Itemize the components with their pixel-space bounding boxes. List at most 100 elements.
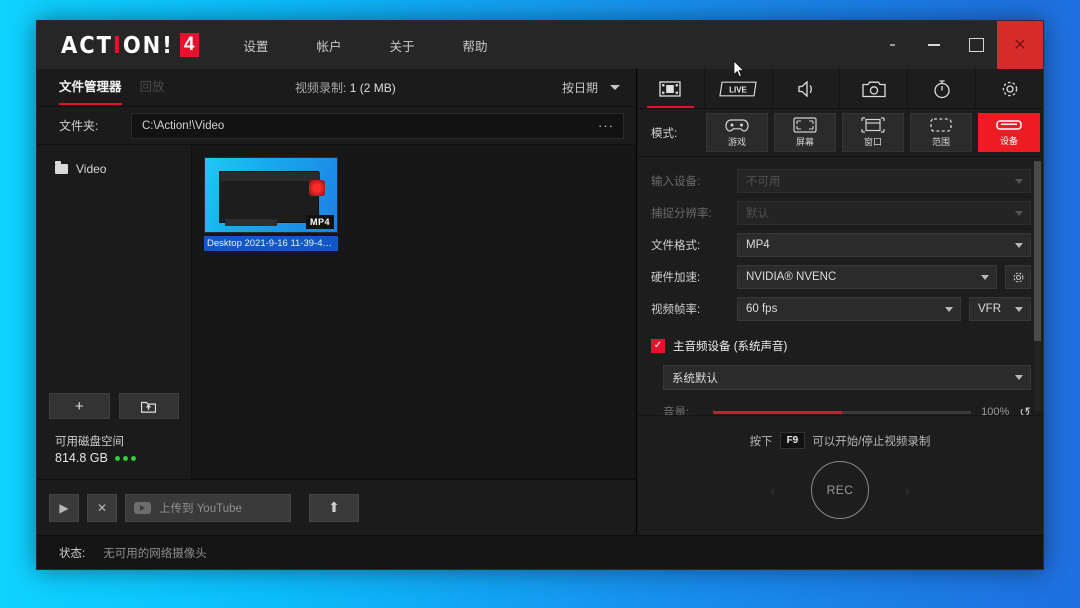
main-content: 文件管理器 回放 视频录制: 1 (2 MB) 按日期 文件夹: C:\Acti… xyxy=(37,69,1043,535)
camera-icon xyxy=(862,81,886,97)
audio-device-select[interactable]: 系统默认 xyxy=(663,365,1031,390)
region-icon xyxy=(930,118,952,132)
volume-label: 音量: xyxy=(663,407,690,415)
video-framerate-select[interactable]: 60 fps xyxy=(737,297,961,321)
disk-space-value: 814.8 GB xyxy=(55,451,108,465)
mode-game-label: 游戏 xyxy=(727,136,746,147)
setting-file-format-label: 文件格式: xyxy=(651,240,701,252)
play-button[interactable]: ▶ xyxy=(49,493,79,522)
youtube-icon xyxy=(134,501,151,514)
tab-file-manager[interactable]: 文件管理器 xyxy=(59,76,122,105)
folder-tree: Video + 可用磁盘空间 814.8 GB xyxy=(37,145,192,479)
framerate-mode-select[interactable]: VFR xyxy=(969,297,1031,321)
film-icon xyxy=(659,80,682,97)
next-arrow-icon[interactable]: › xyxy=(905,483,909,498)
framerate-mode-value: VFR xyxy=(978,303,1001,315)
menu-item-about[interactable]: 关于 xyxy=(387,32,416,59)
export-button[interactable]: ⬆ xyxy=(309,493,359,522)
thumbnail-inner-window xyxy=(219,171,320,223)
volume-row: 音量: 100% ↺ xyxy=(663,398,1031,416)
gamepad-icon xyxy=(725,118,749,132)
more-options-icon[interactable] xyxy=(871,21,913,69)
import-folder-button[interactable] xyxy=(118,393,179,419)
recordings-value: 1 (2 MB) xyxy=(349,81,396,95)
file-thumbnail: MP4 xyxy=(204,157,338,233)
mode-game-button[interactable]: 游戏 xyxy=(706,113,768,152)
settings-scrollbar[interactable] xyxy=(1034,161,1041,411)
file-format-select[interactable]: MP4 xyxy=(737,233,1031,257)
tree-item-video[interactable]: Video xyxy=(37,157,191,181)
record-button[interactable]: REC xyxy=(811,461,869,519)
volume-percent: 100% xyxy=(981,406,1010,415)
delete-button[interactable]: ✕ xyxy=(87,493,117,522)
volume-slider[interactable] xyxy=(713,410,972,414)
chevron-down-icon xyxy=(945,306,953,312)
scrollbar-thumb[interactable] xyxy=(1034,161,1041,341)
mode-device-button[interactable]: 设备 xyxy=(978,113,1040,152)
hint-prefix: 按下 xyxy=(749,435,773,448)
maximize-button[interactable] xyxy=(955,21,997,69)
chevron-down-icon xyxy=(1015,306,1023,312)
benchmark-tab[interactable] xyxy=(908,69,977,108)
input-device-select[interactable]: 不可用 xyxy=(737,169,1031,193)
hardware-acceleration-settings-button[interactable] xyxy=(1005,265,1031,289)
setting-hardware-acceleration: 硬件加速: NVIDIA® NVENC xyxy=(651,261,1031,293)
upload-youtube-button[interactable]: 上传到 YouTube xyxy=(125,493,291,522)
setting-video-framerate: 视频帧率: 60 fps VFR xyxy=(651,293,1031,325)
window-icon xyxy=(861,117,885,133)
folder-path-field[interactable]: C:\Action!\Video ··· xyxy=(131,112,624,139)
file-browser: Video + 可用磁盘空间 814.8 GB MP4 Desktop 2021… xyxy=(37,145,636,479)
disk-status-dots-icon xyxy=(114,455,136,461)
live-icon: LIVE xyxy=(719,81,757,96)
chevron-down-icon xyxy=(1015,375,1023,380)
mode-window-button[interactable]: 窗口 xyxy=(842,113,904,152)
main-audio-device-checkbox[interactable]: ✓ xyxy=(651,339,665,353)
thumbnail-inner-accent xyxy=(309,180,325,196)
minimize-button[interactable] xyxy=(913,21,955,69)
folder-tree-items: Video xyxy=(37,145,191,393)
menu-item-help[interactable]: 帮助 xyxy=(460,32,489,59)
menu-item-settings[interactable]: 设置 xyxy=(241,32,270,59)
title-bar: ACTION! 4 设置 帐户 关于 帮助 ✕ xyxy=(37,21,1043,69)
status-value: 无可用的网络摄像头 xyxy=(103,547,207,560)
mode-region-label: 范围 xyxy=(931,137,950,147)
file-format-badge: MP4 xyxy=(305,215,334,229)
preferences-tab[interactable] xyxy=(976,69,1043,108)
sort-label: 按日期 xyxy=(561,81,598,95)
capture-resolution-select[interactable]: 默认 xyxy=(737,201,1031,225)
sort-dropdown[interactable]: 按日期 xyxy=(562,79,620,96)
menu-item-account[interactable]: 帐户 xyxy=(314,32,343,59)
folder-browse-icon[interactable]: ··· xyxy=(598,118,614,133)
tab-replay[interactable]: 回放 xyxy=(140,76,165,99)
hardware-acceleration-select[interactable]: NVIDIA® NVENC xyxy=(737,265,997,289)
mouse-cursor xyxy=(733,60,745,78)
mode-region-button[interactable]: 范围 xyxy=(910,113,972,152)
setting-capture-resolution-label: 捕捉分辨率: xyxy=(651,208,712,220)
close-button[interactable]: ✕ xyxy=(997,21,1043,69)
thumbnail-inner-bar xyxy=(225,219,277,226)
file-card[interactable]: MP4 Desktop 2021-9-16 11-39-48.mp4 xyxy=(204,157,338,251)
input-device-value: 不可用 xyxy=(746,176,781,188)
recordings-label: 视频录制: xyxy=(295,81,347,95)
speaker-icon xyxy=(798,80,812,97)
right-tab-bar: LIVE xyxy=(637,69,1043,109)
folder-icon xyxy=(55,161,68,174)
setting-video-framerate-label: 视频帧率: xyxy=(651,304,701,316)
screenshot-tab[interactable] xyxy=(840,69,909,108)
recordings-summary: 视频录制: 1 (2 MB) xyxy=(295,79,396,96)
video-recording-tab[interactable] xyxy=(637,69,705,108)
file-name: Desktop 2021-9-16 11-39-48.mp4 xyxy=(204,236,338,251)
gear-icon xyxy=(1002,81,1017,96)
upload-youtube-label: 上传到 YouTube xyxy=(159,502,242,515)
file-manager-panel: 文件管理器 回放 视频录制: 1 (2 MB) 按日期 文件夹: C:\Acti… xyxy=(37,69,637,535)
disk-space-value-row: 814.8 GB xyxy=(55,451,179,465)
setting-input-device: 输入设备: 不可用 xyxy=(651,165,1031,197)
main-audio-device-title: 主音频设备 (系统声音) xyxy=(673,338,787,354)
add-folder-button[interactable]: + xyxy=(49,393,110,419)
audio-recording-tab[interactable] xyxy=(773,69,841,108)
mode-screen-button[interactable]: 屏幕 xyxy=(774,113,836,152)
prev-arrow-icon[interactable]: ‹ xyxy=(771,483,775,498)
folder-row: 文件夹: C:\Action!\Video ··· xyxy=(37,107,636,145)
main-audio-device-title-text: 主音频设备 xyxy=(673,341,734,353)
volume-reset-icon[interactable]: ↺ xyxy=(1019,404,1031,416)
